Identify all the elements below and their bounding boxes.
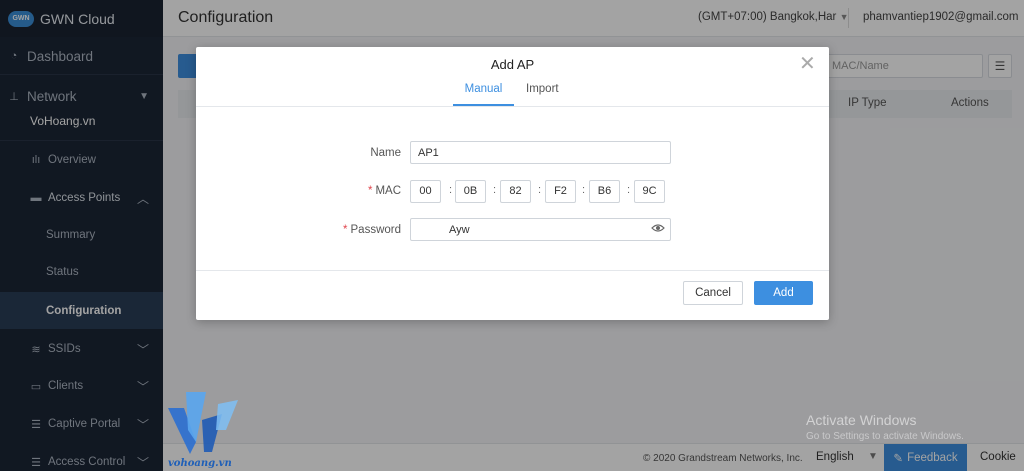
mac-separator: :: [449, 184, 453, 196]
add-button[interactable]: Add: [754, 281, 813, 305]
tab-bar: Manual Import: [196, 83, 829, 107]
mac-octet-field[interactable]: 0B: [455, 180, 486, 203]
password-label-text: Password: [350, 224, 402, 236]
activate-windows-subtitle: Go to Settings to activate Windows.: [806, 431, 964, 442]
cancel-button[interactable]: Cancel: [683, 281, 743, 305]
required-mark: *: [343, 224, 348, 236]
mac-octet-field[interactable]: F2: [545, 180, 576, 203]
name-field[interactable]: [410, 141, 671, 164]
eye-icon[interactable]: [651, 223, 665, 233]
vohoang-logo-icon: [168, 392, 238, 454]
mac-label: * MAC: [281, 185, 401, 197]
mac-octet-field[interactable]: 9C: [634, 180, 665, 203]
mac-label-text: MAC: [375, 185, 401, 197]
mac-separator: :: [582, 184, 586, 196]
required-mark: *: [367, 185, 373, 197]
mac-octet-field[interactable]: B6: [589, 180, 620, 203]
tab-manual[interactable]: Manual: [453, 83, 514, 106]
mac-octet-field[interactable]: 00: [410, 180, 441, 203]
mac-octet-field[interactable]: 82: [500, 180, 531, 203]
mac-separator: :: [493, 184, 497, 196]
add-ap-dialog: Add AP ✕ Manual Import Name *MAC 00 : 0B…: [196, 47, 829, 320]
name-label: Name: [281, 147, 401, 159]
dialog-title: Add AP: [490, 57, 535, 72]
mac-separator: :: [627, 184, 631, 196]
password-field[interactable]: [410, 218, 671, 241]
mac-separator: :: [538, 184, 542, 196]
name-label-text: Name: [370, 147, 401, 159]
watermark-site: vohoang.vn: [168, 458, 232, 469]
tab-import[interactable]: Import: [526, 83, 559, 106]
activate-windows-title: Activate Windows: [806, 412, 917, 428]
close-icon[interactable]: ✕: [799, 54, 816, 74]
password-label: * Password: [281, 224, 401, 236]
